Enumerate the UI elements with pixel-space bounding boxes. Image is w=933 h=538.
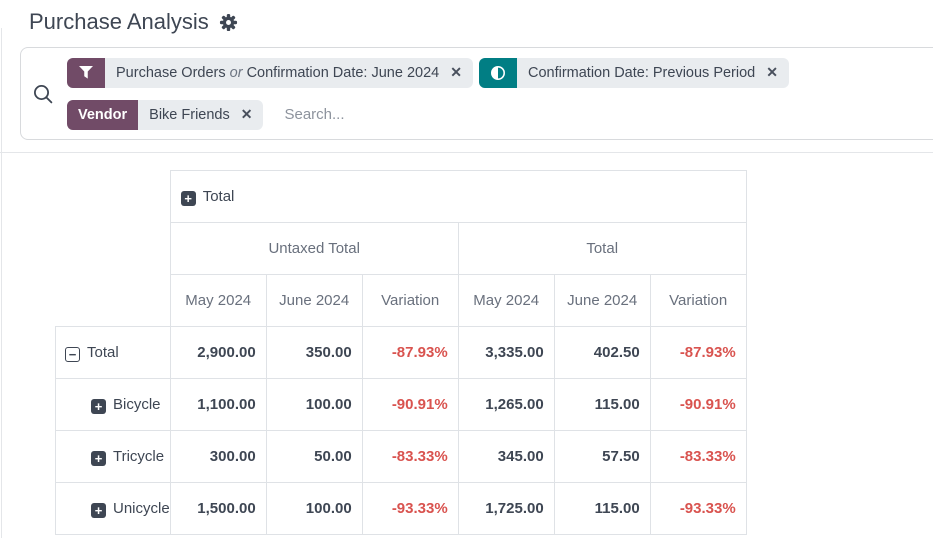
table-row: +Bicycle 1,100.00 100.00 -90.91% 1,265.0… xyxy=(56,379,747,431)
comparison-adjust-icon xyxy=(479,58,517,88)
pivot-cell-variation: -90.91% xyxy=(362,379,458,431)
facet-filter: Purchase Orders or Confirmation Date: Ju… xyxy=(67,58,473,88)
funnel-icon xyxy=(67,58,105,88)
remove-vendor-facet-button[interactable]: ✕ xyxy=(238,106,264,123)
facet-comparison-text: Confirmation Date: Previous Period xyxy=(517,65,763,81)
pivot-cell: 350.00 xyxy=(266,327,362,379)
panel-left-border xyxy=(1,28,2,538)
pivot-cell: 300.00 xyxy=(170,431,266,483)
col-header-variation[interactable]: Variation xyxy=(362,275,458,327)
facet-vendor: Vendor Bike Friends ✕ xyxy=(67,100,263,130)
collapse-row-icon[interactable]: − xyxy=(65,347,80,362)
table-row: −Total 2,900.00 350.00 -87.93% 3,335.00 … xyxy=(56,327,747,379)
col-header-total[interactable]: +Total xyxy=(170,171,746,223)
expand-row-icon[interactable]: + xyxy=(91,399,106,414)
expand-row-icon[interactable]: + xyxy=(91,503,106,518)
facet-vendor-value: Bike Friends xyxy=(138,107,238,123)
pivot-corner-cell xyxy=(56,171,171,223)
pivot-cell: 100.00 xyxy=(266,483,362,535)
gear-icon[interactable] xyxy=(219,13,238,32)
col-header-may-2024[interactable]: May 2024 xyxy=(170,275,266,327)
pivot-cell: 100.00 xyxy=(266,379,362,431)
row-header-unicycle[interactable]: +Unicycle xyxy=(56,483,171,535)
pivot-cell-variation: -87.93% xyxy=(362,327,458,379)
pivot-cell-variation: -90.91% xyxy=(650,379,746,431)
facet-filter-text: Purchase Orders or Confirmation Date: Ju… xyxy=(105,65,447,81)
pivot-cell-variation: -93.33% xyxy=(650,483,746,535)
expand-row-icon[interactable]: + xyxy=(91,451,106,466)
row-header-total[interactable]: −Total xyxy=(56,327,171,379)
pivot-cell: 345.00 xyxy=(458,431,554,483)
col-header-june-2024[interactable]: June 2024 xyxy=(554,275,650,327)
col-header-variation[interactable]: Variation xyxy=(650,275,746,327)
pivot-cell: 1,265.00 xyxy=(458,379,554,431)
pivot-cell: 50.00 xyxy=(266,431,362,483)
facet-comparison: Confirmation Date: Previous Period ✕ xyxy=(479,58,789,88)
pivot-table: +Total Untaxed Total Total May 2024 June… xyxy=(55,170,747,535)
row-header-bicycle[interactable]: +Bicycle xyxy=(56,379,171,431)
pivot-cell: 115.00 xyxy=(554,483,650,535)
expand-column-icon[interactable]: + xyxy=(181,191,196,206)
search-icon xyxy=(32,83,54,105)
measure-header-total[interactable]: Total xyxy=(458,223,746,275)
facet-connector: or xyxy=(230,65,243,81)
pivot-cell-variation: -83.33% xyxy=(362,431,458,483)
pivot-cell: 1,500.00 xyxy=(170,483,266,535)
pivot-cell: 3,335.00 xyxy=(458,327,554,379)
search-bar[interactable]: Purchase Orders or Confirmation Date: Ju… xyxy=(20,47,933,140)
remove-comparison-facet-button[interactable]: ✕ xyxy=(763,64,789,81)
pivot-cell: 115.00 xyxy=(554,379,650,431)
pivot-cell: 2,900.00 xyxy=(170,327,266,379)
panel-separator xyxy=(0,152,933,153)
measure-header-untaxed-total[interactable]: Untaxed Total xyxy=(170,223,458,275)
pivot-cell: 1,100.00 xyxy=(170,379,266,431)
pivot-cell: 1,725.00 xyxy=(458,483,554,535)
breadcrumb: Purchase Analysis xyxy=(0,0,933,35)
table-row: +Unicycle 1,500.00 100.00 -93.33% 1,725.… xyxy=(56,483,747,535)
col-header-may-2024[interactable]: May 2024 xyxy=(458,275,554,327)
pivot-cell-variation: -83.33% xyxy=(650,431,746,483)
remove-filter-facet-button[interactable]: ✕ xyxy=(447,64,473,81)
pivot-cell-variation: -93.33% xyxy=(362,483,458,535)
row-header-tricycle[interactable]: +Tricycle xyxy=(56,431,171,483)
pivot-cell-variation: -87.93% xyxy=(650,327,746,379)
page-title: Purchase Analysis xyxy=(29,9,209,35)
facet-vendor-label: Vendor xyxy=(67,100,138,130)
pivot-cell: 57.50 xyxy=(554,431,650,483)
col-header-june-2024[interactable]: June 2024 xyxy=(266,275,362,327)
pivot-cell: 402.50 xyxy=(554,327,650,379)
table-row: +Tricycle 300.00 50.00 -83.33% 345.00 57… xyxy=(56,431,747,483)
search-input[interactable] xyxy=(282,105,502,124)
